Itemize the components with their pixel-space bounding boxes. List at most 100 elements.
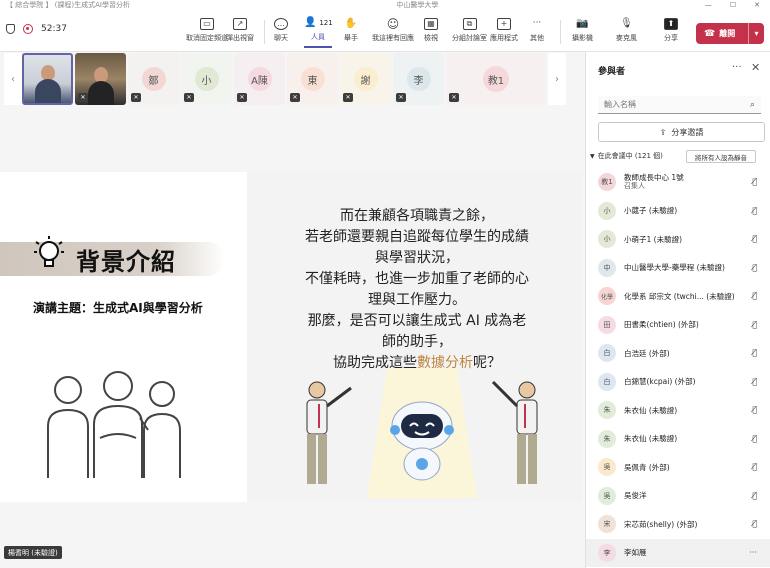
mic-off-icon: 🎙̸ [752,177,757,186]
slide-line: 與學習狀況， [375,250,459,266]
participant-name: 教師成長中心 1號 [624,173,684,183]
people-illustration [47,371,181,478]
breakout-rooms-button[interactable]: ⧉ 分組討論室 [452,12,487,48]
participant-row[interactable]: 教1 教師成長中心 1號 召集人 🎙̸ [586,168,770,197]
participant-name: 小葳子 (未驗證) [624,206,678,216]
participant-name-block: 教師成長中心 1號 召集人 [624,173,754,191]
mic-off-icon: ✕ [131,93,141,102]
strip-next-button[interactable]: › [548,53,566,105]
share-invite-label: 分享邀請 [671,127,704,137]
participant-tile[interactable]: 謝 ✕ [340,53,391,105]
avatar: 小 [598,201,616,220]
mic-button[interactable]: 🎙 麥克風 [616,12,637,48]
meeting-toolbar: 52:37 ▭ 取消固定頻道 ↗ 彈出視窗 … 聊天 👤 121 人員 ✋ 舉手… [0,10,770,52]
participant-tile[interactable]: 小 ✕ [181,53,232,105]
mic-off-icon: 🎙̸ [752,262,757,272]
react-button[interactable]: ☺ 我這裡有回應 [372,12,414,48]
close-window-icon[interactable]: ✕ [754,1,760,9]
slide-line: 那麼，是否可以讓生成式 AI 成為老 [307,313,527,329]
chevron-down-icon[interactable]: ▾ [748,23,764,44]
avatar: 吳 [598,486,616,505]
participant-name: 中山醫學大學-藥學程 (未驗證) [624,263,725,273]
video-tile[interactable]: ✕ [75,53,126,105]
participant-row[interactable]: 小 小葳子 (未驗證) 🎙̸ [586,197,770,226]
avatar: 白 [598,372,616,391]
mic-off-icon: ✕ [237,93,247,102]
apps-button[interactable]: + 應用程式 [490,12,518,48]
chevron-right-icon: › [555,73,559,85]
mic-off-icon: 🎙 [620,17,633,29]
lightbulb-icon [34,236,64,267]
video-tile[interactable] [22,53,73,105]
raise-hand-button[interactable]: ✋ 舉手 [344,12,358,48]
participant-tile[interactable]: A陳 ✕ [234,53,285,105]
participant-tile[interactable]: 東 ✕ [287,53,338,105]
slide-line: 若老師還要親自追蹤每位學生的成績 [305,229,529,245]
participant-search-input[interactable]: 輸入名稱 ⌕ [598,96,761,114]
participant-row[interactable]: 吳 吳佩青 (外部) 🎙̸ [586,453,770,482]
participant-tile[interactable]: 鄒 ✕ [128,53,179,105]
slide-left-panel: 背景介紹 演講主題：生成式AI與學習分析 [0,172,247,502]
participant-row[interactable]: 小 小萌子1 (未驗證) 🎙̸ [586,225,770,254]
participant-video-strip: ‹ ✕ 鄒 ✕ 小 ✕ A陳 ✕ 東 ✕ 謝 ✕ 李 ✕ 教1 ✕ › [4,52,582,106]
window-title-bar: 【 綜合學院 】 (課程)生成式AI學習分析 中山醫學大學 — ☐ ✕ [0,0,770,10]
participant-name: 朱衣仙 (未驗證) [624,405,678,415]
minimize-icon[interactable]: — [705,1,712,9]
shield-icon [6,24,15,34]
close-icon[interactable]: ✕ [751,61,760,74]
section-label: 在此會議中 (121 個) [597,152,663,160]
participant-tile[interactable]: 李 ✕ [393,53,444,105]
more-button[interactable]: ··· 其他 [530,12,544,48]
mute-all-button[interactable]: 將所有人設為靜音 [686,150,756,163]
slide-line: 而在兼顧各項職責之餘， [340,208,494,224]
more-icon: ··· [532,18,542,28]
mic-off-icon: 🎙̸ [752,405,757,414]
participant-row[interactable]: 朱 朱衣仙 (未驗證) 🎙̸ [586,396,770,425]
more-options-icon[interactable]: ··· [732,62,742,73]
slide-right-panel: 而在兼顧各項職責之餘， 若老師還要親自追蹤每位學生的成績 與學習狀況， 不僅耗時… [247,172,582,502]
avatar: 李 [406,67,431,91]
call-timer: 52:37 [41,24,67,34]
chat-button[interactable]: … 聊天 [274,12,288,48]
strip-prev-button[interactable]: ‹ [4,53,22,105]
people-button[interactable]: 👤 121 人員 [304,12,333,48]
camera-button[interactable]: 📷 攝影機 [572,12,593,48]
participants-panel: 參與者 ··· ✕ 輸入名稱 ⌕ ⇪ 分享邀請 ▼ 在此會議中 (121 個) … [585,52,770,568]
avatar: 朱 [598,401,616,420]
participant-row[interactable]: 白 白錦慧(kcpai) (外部) 🎙̸ [586,368,770,397]
participant-row[interactable]: 吳 吳俊洋 🎙̸ [586,482,770,511]
grid-icon: ▦ [424,17,438,30]
share-icon: ⬆ [664,17,678,30]
teacher-left [306,381,352,484]
avatar: 小 [598,230,616,249]
participant-name: 小萌子1 (未驗證) [624,234,683,244]
participant-row[interactable]: 白 白浩廷 (外部) 🎙̸ [586,339,770,368]
leave-button[interactable]: ☎ 離開 ▾ [696,23,764,44]
maximize-icon[interactable]: ☐ [730,1,736,9]
participant-row[interactable]: 朱 朱衣仙 (未驗證) 🎙̸ [586,425,770,454]
avatar: 東 [300,67,325,91]
search-placeholder: 輸入名稱 [604,100,636,109]
participant-row[interactable]: 李 李如雁 ··· [586,538,770,567]
participant-tile[interactable]: 教1 ✕ [446,53,546,105]
participant-row[interactable]: 化學 化學系 邱宗文 (twchi... (未驗證) 🎙̸ [586,282,770,311]
participant-row[interactable]: 田 田書柔(chtien) (外部) 🎙̸ [586,311,770,340]
share-button[interactable]: ⬆ 分享 [664,12,678,48]
toolbar-divider [560,20,561,44]
people-count: 121 [319,18,333,27]
share-invite-button[interactable]: ⇪ 分享邀請 [598,122,765,142]
participant-row[interactable]: 中 中山醫學大學-藥學程 (未驗證) 🎙̸ [586,254,770,283]
unpin-icon: ▭ [200,17,214,30]
view-button[interactable]: ▦ 檢視 [424,12,438,48]
robot-teachers-illustration [306,368,538,498]
participant-name: 田書柔(chtien) (外部) [624,320,699,330]
avatar: 教1 [483,66,509,92]
avatar: A陳 [247,67,272,91]
popout-button[interactable]: ↗ 彈出視窗 [226,12,254,48]
more-options-icon[interactable]: ··· [749,548,757,557]
participant-row[interactable]: 宋 宋芯茹(shelly) (外部) 🎙̸ [586,510,770,539]
mic-off-icon: ✕ [396,93,406,102]
unpin-button[interactable]: ▭ 取消固定頻道 [186,12,228,48]
avatar: 教1 [598,173,616,192]
participant-name: 吳俊洋 [624,491,647,501]
